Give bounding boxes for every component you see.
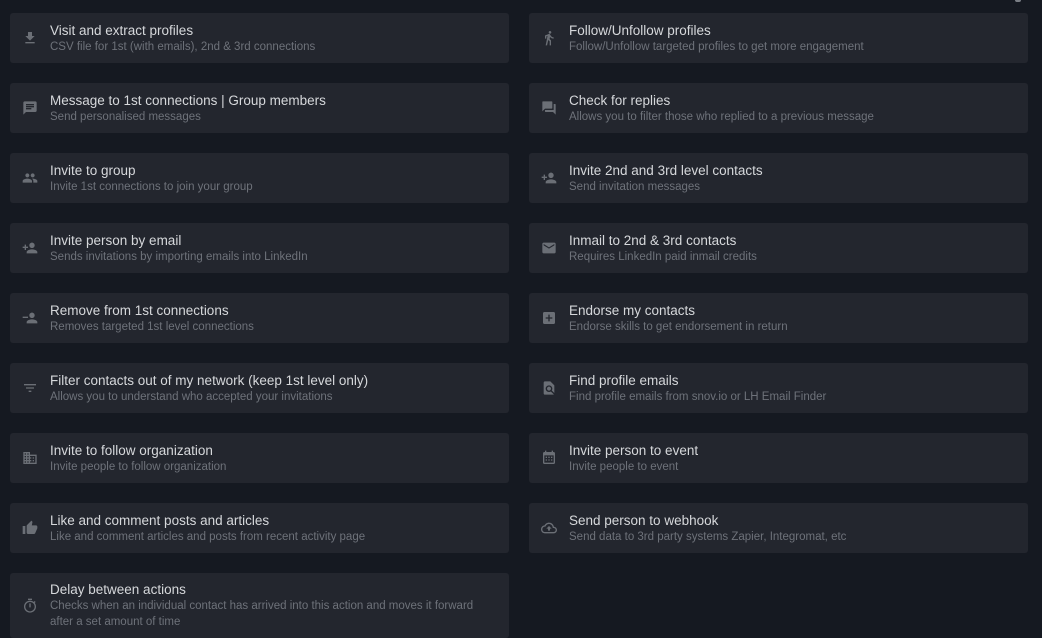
action-subtitle: Invite people to event [569, 460, 679, 473]
action-title: Delay between actions [50, 582, 186, 597]
action-title: Check for replies [569, 92, 671, 108]
action-title: Inmail to 2nd & 3rd contacts [569, 232, 737, 248]
action-subtitle: Invite people to follow organization [50, 460, 227, 473]
chat-message-icon [10, 100, 50, 116]
action-title: Like and comment posts and articles [50, 512, 270, 528]
action-title: Filter contacts out of my network (keep … [50, 372, 369, 388]
action-title: Send person to webhook [569, 512, 719, 528]
action-visit-extract-profiles[interactable]: Visit and extract profiles CSV file for … [10, 13, 509, 63]
mail-icon [529, 240, 569, 256]
action-subtitle: Follow/Unfollow targeted profiles to get… [569, 40, 864, 53]
action-subtitle: Invite 1st connections to join your grou… [50, 180, 253, 193]
action-invite-to-follow-organization[interactable]: Invite to follow organization Invite peo… [10, 433, 509, 483]
action-list: Visit and extract profiles CSV file for … [10, 13, 1028, 638]
download-icon [10, 30, 50, 46]
group-icon [10, 170, 50, 186]
action-subtitle: Checks when an individual contact has ar… [50, 600, 474, 628]
person-add-icon [529, 170, 569, 186]
action-subtitle: Allows you to understand who accepted yo… [50, 390, 333, 403]
action-title: Invite 2nd and 3rd level contacts [569, 162, 763, 178]
action-invite-to-group[interactable]: Invite to group Invite 1st connections t… [10, 153, 509, 203]
action-follow-unfollow-profiles[interactable]: Follow/Unfollow profiles Follow/Unfollow… [529, 13, 1028, 63]
action-title: Visit and extract profiles [50, 22, 194, 38]
action-subtitle: Send data to 3rd party systems Zapier, I… [569, 530, 847, 543]
action-subtitle: Sends invitations by importing emails in… [50, 250, 308, 263]
action-title: Invite to follow organization [50, 442, 213, 458]
action-title: Find profile emails [569, 372, 679, 388]
action-check-for-replies[interactable]: Check for replies Allows you to filter t… [529, 83, 1028, 133]
action-subtitle: Allows you to filter those who replied t… [569, 110, 874, 123]
action-invite-2nd-3rd-contacts[interactable]: Invite 2nd and 3rd level contacts Send i… [529, 153, 1028, 203]
action-invite-person-to-event[interactable]: Invite person to event Invite people to … [529, 433, 1028, 483]
thumb-up-icon [10, 520, 50, 536]
action-remove-from-1st-connections[interactable]: Remove from 1st connections Removes targ… [10, 293, 509, 343]
action-subtitle: CSV file for 1st (with emails), 2nd & 3r… [50, 40, 316, 53]
action-filter-contacts-network[interactable]: Filter contacts out of my network (keep … [10, 363, 509, 413]
filter-icon [10, 380, 50, 396]
action-inmail-2nd-3rd-contacts[interactable]: Inmail to 2nd & 3rd contacts Requires Li… [529, 223, 1028, 273]
action-subtitle: Requires LinkedIn paid inmail credits [569, 250, 757, 263]
action-subtitle: Like and comment articles and posts from… [50, 530, 366, 543]
scroll-indicator [1015, 0, 1021, 2]
person-remove-icon [10, 310, 50, 326]
action-title: Invite person by email [50, 232, 182, 248]
walking-person-icon [529, 30, 569, 46]
action-title: Invite to group [50, 162, 136, 178]
person-add-icon [10, 240, 50, 256]
cloud-upload-icon [529, 520, 569, 536]
action-invite-person-by-email[interactable]: Invite person by email Sends invitations… [10, 223, 509, 273]
plus-box-icon [529, 310, 569, 326]
action-title: Follow/Unfollow profiles [569, 22, 711, 38]
action-like-comment-posts[interactable]: Like and comment posts and articles Like… [10, 503, 509, 553]
action-subtitle: Endorse skills to get endorsement in ret… [569, 320, 788, 333]
action-title: Invite person to event [569, 442, 699, 458]
action-subtitle: Removes targeted 1st level connections [50, 320, 254, 333]
action-title: Message to 1st connections | Group membe… [50, 92, 326, 108]
calendar-icon [529, 450, 569, 466]
forum-icon [529, 100, 569, 116]
action-subtitle: Send invitation messages [569, 180, 701, 193]
action-delay-between-actions[interactable]: Delay between actions Checks when an ind… [10, 573, 509, 638]
action-endorse-my-contacts[interactable]: Endorse my contacts Endorse skills to ge… [529, 293, 1028, 343]
action-subtitle: Send personalised messages [50, 110, 201, 123]
action-message-1st-connections[interactable]: Message to 1st connections | Group membe… [10, 83, 509, 133]
action-send-person-to-webhook[interactable]: Send person to webhook Send data to 3rd … [529, 503, 1028, 553]
action-title: Endorse my contacts [569, 302, 696, 318]
action-find-profile-emails[interactable]: Find profile emails Find profile emails … [529, 363, 1028, 413]
action-subtitle: Find profile emails from snov.io or LH E… [569, 390, 827, 403]
building-icon [10, 450, 50, 466]
action-title: Remove from 1st connections [50, 302, 229, 318]
find-in-page-icon [529, 380, 569, 396]
timer-icon [10, 598, 50, 614]
